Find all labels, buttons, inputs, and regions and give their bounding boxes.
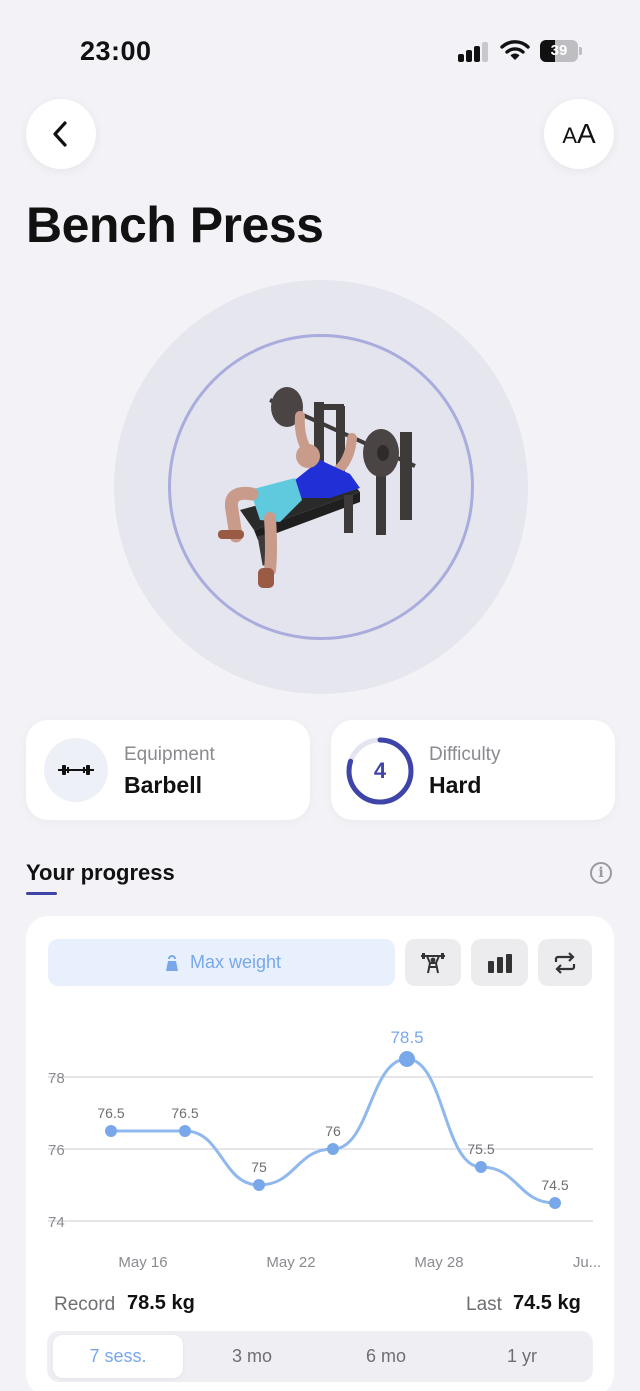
data-point xyxy=(475,1161,487,1173)
battery-icon: 39 xyxy=(540,40,582,62)
equipment-label: Equipment xyxy=(124,744,215,765)
data-label: 78.5 xyxy=(390,1028,423,1047)
range-selector: 7 sess. 3 mo 6 mo 1 yr xyxy=(47,1331,593,1382)
data-label: 75.5 xyxy=(467,1141,494,1157)
difficulty-value: Hard xyxy=(429,772,482,798)
page-title: Bench Press xyxy=(26,197,324,253)
chevron-left-icon xyxy=(53,121,67,147)
text-size-button[interactable]: AA xyxy=(544,99,614,169)
back-button[interactable] xyxy=(26,99,96,169)
data-point xyxy=(549,1197,561,1209)
progress-section-title: Your progress xyxy=(26,860,175,885)
data-point xyxy=(105,1125,117,1137)
equipment-icon-badge xyxy=(44,738,108,802)
bench-press-illustration xyxy=(218,387,416,588)
text-size-icon: AA xyxy=(562,118,596,149)
record-label: Record xyxy=(54,1294,116,1315)
data-point xyxy=(327,1143,339,1155)
last-value: 74.5 kg xyxy=(513,1292,581,1314)
difficulty-label: Difficulty xyxy=(429,744,501,765)
status-time: 23:00 xyxy=(80,36,152,66)
metric-tab-volume[interactable] xyxy=(471,939,528,986)
x-tick-label: May 28 xyxy=(414,1254,463,1271)
repeat-icon xyxy=(554,951,576,974)
data-label: 76.5 xyxy=(97,1105,124,1121)
progress-card: Max weight 74 76 78 76.5 76.5 75 76 78.5 75.5 74.… xyxy=(26,916,614,1391)
bar-chart-icon xyxy=(487,953,512,973)
data-point xyxy=(253,1179,265,1191)
equipment-card: Equipment Barbell xyxy=(26,720,310,820)
y-tick-label: 76 xyxy=(48,1142,65,1159)
data-label: 76 xyxy=(325,1123,341,1139)
metric-tab-max-weight[interactable]: Max weight xyxy=(48,939,395,986)
battery-level: 39 xyxy=(550,42,568,59)
range-3-months[interactable]: 3 mo xyxy=(187,1335,317,1378)
data-label: 75 xyxy=(251,1159,267,1175)
metric-tab-sets[interactable] xyxy=(538,939,592,986)
progress-chart: 74 76 78 76.5 76.5 75 76 78.5 75.5 74.5 May 16 May … xyxy=(48,1028,601,1271)
difficulty-level: 4 xyxy=(373,758,387,783)
last-label: Last xyxy=(466,1294,502,1315)
x-tick-label: Ju... xyxy=(573,1254,601,1271)
data-label: 76.5 xyxy=(171,1105,198,1121)
metric-tab-label: Max weight xyxy=(189,952,282,972)
wifi-icon xyxy=(500,40,530,60)
record-value: 78.5 kg xyxy=(127,1292,195,1314)
x-tick-label: May 16 xyxy=(118,1254,167,1271)
status-bar: 23:00 39 xyxy=(0,0,640,100)
metric-tab-reps[interactable] xyxy=(405,939,461,986)
cellular-signal-icon xyxy=(458,42,490,62)
x-tick-label: May 22 xyxy=(266,1254,315,1271)
data-label: 74.5 xyxy=(541,1177,568,1193)
section-underline xyxy=(26,892,57,895)
range-7-sessions[interactable]: 7 sess. xyxy=(53,1335,183,1378)
barbell-icon xyxy=(58,765,94,775)
range-1-year[interactable]: 1 yr xyxy=(455,1335,589,1378)
kettlebell-icon xyxy=(165,954,178,971)
equipment-value: Barbell xyxy=(124,772,202,798)
y-tick-label: 78 xyxy=(48,1070,65,1087)
range-6-months[interactable]: 6 mo xyxy=(321,1335,451,1378)
data-point xyxy=(179,1125,191,1137)
data-point xyxy=(399,1051,415,1067)
difficulty-card: 4 Difficulty Hard xyxy=(331,720,615,820)
y-tick-label: 74 xyxy=(48,1214,65,1231)
person-lifting-icon xyxy=(421,952,445,973)
info-icon[interactable]: i xyxy=(590,862,612,884)
